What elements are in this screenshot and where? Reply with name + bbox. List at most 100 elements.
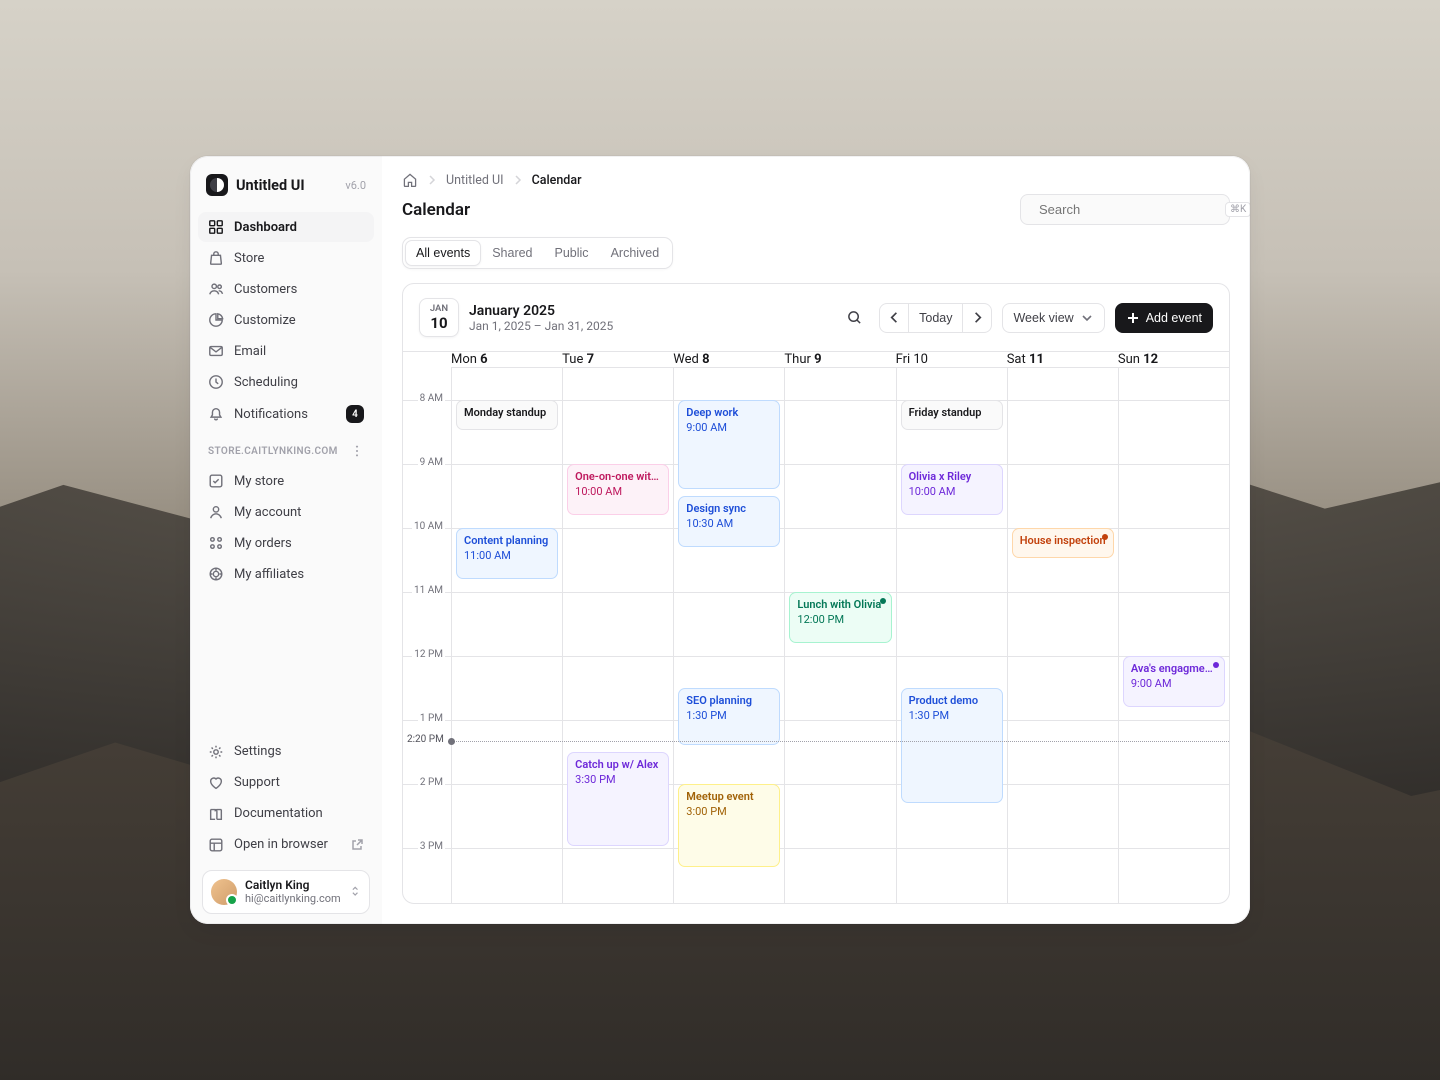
event-title: Friday standup — [909, 406, 995, 420]
calendar-event[interactable]: Deep work9:00 AM — [678, 400, 780, 489]
calendar-event[interactable]: Monday standup — [456, 400, 558, 430]
calendar-event[interactable]: One-on-one with Eva10:00 AM — [567, 464, 669, 515]
avatar — [211, 879, 237, 905]
search-input-wrap[interactable]: ⌘K — [1020, 194, 1230, 225]
tab-all[interactable]: All events — [405, 240, 481, 266]
prev-button[interactable] — [879, 303, 909, 333]
app-version: v6.0 — [345, 179, 366, 192]
bag-icon — [208, 250, 224, 266]
current-time-line: 2:20 PM — [403, 741, 1229, 742]
calendar-toolbar: JAN 10 January 2025 Jan 1, 2025 – Jan 31… — [403, 284, 1229, 351]
calendar-panel: JAN 10 January 2025 Jan 1, 2025 – Jan 31… — [402, 283, 1230, 904]
sidebar: Untitled UI v6.0 Dashboard StoreCustomers… — [190, 156, 382, 924]
day-column[interactable]: Lunch with Olivia12:00 PM — [784, 351, 895, 903]
sidebar-item-label: Scheduling — [234, 375, 298, 390]
app-name: Untitled UI — [236, 177, 305, 194]
breadcrumb: Untitled UI Calendar — [382, 156, 1250, 188]
event-title: Olivia x Riley — [909, 470, 995, 484]
calendar-event[interactable]: Lunch with Olivia12:00 PM — [789, 592, 891, 643]
sidebar-item-notifications[interactable]: Notifications 4 — [198, 398, 374, 430]
sidebar-item-email[interactable]: Email — [198, 336, 374, 366]
calendar-grid-scroll[interactable]: Mon 6Tue 7Wed 8Thur 9Fri 10Sat 11Sun 128… — [403, 351, 1229, 903]
date-badge-day: 10 — [420, 314, 458, 332]
calendar-event[interactable]: Olivia x Riley10:00 AM — [901, 464, 1003, 515]
sidebar-item-label: Support — [234, 775, 280, 790]
next-button[interactable] — [962, 303, 992, 333]
sidebar-item-label: Email — [234, 344, 266, 359]
clock-icon — [208, 374, 224, 390]
calendar-search-button[interactable] — [839, 303, 869, 333]
event-title: Lunch with Olivia — [797, 598, 883, 612]
day-column[interactable]: House inspection — [1007, 351, 1118, 903]
heart-icon — [208, 775, 224, 791]
brand: Untitled UI v6.0 — [198, 170, 374, 208]
title-row: Calendar ⌘K — [382, 188, 1250, 237]
event-title: Meetup event — [686, 790, 772, 804]
event-title: One-on-one with Eva — [575, 470, 661, 484]
nav-primary: Dashboard StoreCustomersCustomize Email Sch… — [198, 212, 374, 430]
time-label: 12 PM — [412, 649, 445, 660]
mail-icon — [208, 343, 224, 359]
event-time: 1:30 PM — [686, 709, 772, 723]
breadcrumb-item[interactable]: Untitled UI — [446, 173, 504, 188]
nav-footer: Settings Support Documentation Open in brow… — [198, 737, 374, 860]
view-selector[interactable]: Week view — [1002, 303, 1104, 333]
sidebar-item-scheduling[interactable]: Scheduling — [198, 367, 374, 397]
dots-vertical-icon[interactable] — [350, 444, 364, 458]
users-icon — [208, 281, 224, 297]
sidebar-item-my-store[interactable]: My store — [198, 466, 374, 496]
sidebar-item-settings[interactable]: Settings — [198, 737, 374, 767]
day-column[interactable]: Ava's engagment par…9:00 AM — [1118, 351, 1229, 903]
event-time: 10:00 AM — [575, 485, 661, 499]
sidebar-item-label: Open in browser — [234, 837, 328, 852]
event-title: Catch up w/ Alex — [575, 758, 661, 772]
search-input[interactable] — [1037, 201, 1217, 218]
time-label: 1 PM — [418, 713, 445, 724]
day-header: Mon 6 — [451, 352, 562, 368]
sidebar-item-my-affiliates[interactable]: My affiliates — [198, 559, 374, 589]
day-column[interactable]: Deep work9:00 AM Design sync10:30 AM SEO p… — [673, 351, 784, 903]
time-label: 10 AM — [412, 521, 445, 532]
today-button[interactable]: Today — [908, 303, 963, 333]
sidebar-item-my-account[interactable]: My account — [198, 497, 374, 527]
calendar-event[interactable]: Content planning11:00 AM — [456, 528, 558, 579]
add-event-button[interactable]: Add event — [1115, 303, 1213, 333]
main: Untitled UI Calendar Calendar ⌘K All eve… — [382, 156, 1250, 924]
event-time: 10:30 AM — [686, 517, 772, 531]
sidebar-item-customers[interactable]: Customers — [198, 274, 374, 304]
tab-archived[interactable]: Archived — [600, 240, 671, 266]
layout-icon — [208, 837, 224, 853]
sidebar-item-dashboard[interactable]: Dashboard — [198, 212, 374, 242]
sidebar-item-customize[interactable]: Customize — [198, 305, 374, 335]
tab-shared[interactable]: Shared — [481, 240, 543, 266]
calendar-event[interactable]: House inspection — [1012, 528, 1114, 558]
user-card[interactable]: Caitlyn King hi@caitlynking.com — [202, 870, 370, 914]
event-title: House inspection — [1020, 534, 1106, 548]
tab-public[interactable]: Public — [544, 240, 600, 266]
calendar-event[interactable]: Catch up w/ Alex3:30 PM — [567, 752, 669, 846]
calendar-event[interactable]: Ava's engagment par…9:00 AM — [1123, 656, 1225, 707]
sidebar-item-store[interactable]: Store — [198, 243, 374, 273]
calendar-event[interactable]: Product demo1:30 PM — [901, 688, 1003, 803]
calendar-event[interactable]: SEO planning1:30 PM — [678, 688, 780, 745]
home-icon[interactable] — [402, 172, 418, 188]
sidebar-item-label: Settings — [234, 744, 281, 759]
day-column[interactable]: One-on-one with Eva10:00 AM Catch up w/ A… — [562, 351, 673, 903]
calendar-event[interactable]: Meetup event3:00 PM — [678, 784, 780, 867]
calendar-event[interactable]: Friday standup — [901, 400, 1003, 430]
day-header: Sat 11 — [1007, 352, 1118, 368]
day-column[interactable]: Friday standup Olivia x Riley10:00 AM Prod… — [896, 351, 1007, 903]
sidebar-badge: 4 — [346, 405, 364, 423]
calendar-event[interactable]: Design sync10:30 AM — [678, 496, 780, 547]
target-icon — [208, 566, 224, 582]
sidebar-item-label: Notifications — [234, 407, 308, 422]
sidebar-item-label: Dashboard — [234, 220, 297, 235]
day-column[interactable]: Monday standup Content planning11:00 AM — [451, 351, 562, 903]
sidebar-item-documentation[interactable]: Documentation — [198, 799, 374, 829]
chevron-selector-icon[interactable] — [349, 885, 361, 899]
event-time: 1:30 PM — [909, 709, 995, 723]
event-time: 12:00 PM — [797, 613, 883, 627]
sidebar-item-support[interactable]: Support — [198, 768, 374, 798]
sidebar-item-my-orders[interactable]: My orders — [198, 528, 374, 558]
sidebar-item-open-browser[interactable]: Open in browser — [198, 830, 374, 860]
